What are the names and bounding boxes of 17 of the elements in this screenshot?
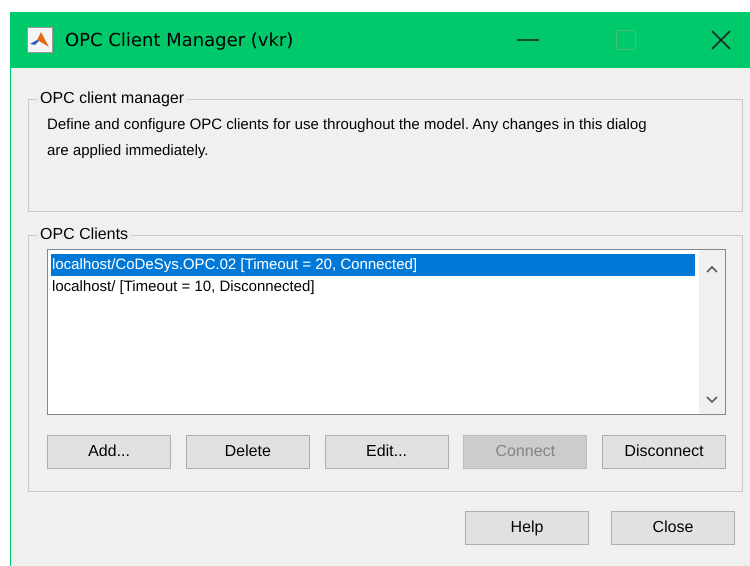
scroll-down-icon[interactable] [706, 396, 718, 404]
description-text: Define and configure OPC clients for use throughout the model. Any changes in this dialog are applied immediately. [47, 115, 648, 161]
action-button[interactable]: Add... [47, 435, 171, 469]
app-icon [27, 27, 53, 53]
window-title: OPC Client Manager (vkr) [65, 30, 294, 50]
group-title: OPC Clients [39, 226, 130, 244]
close-icon[interactable] [711, 30, 731, 50]
list-item[interactable]: localhost/CoDeSys.OPC.02 [Timeout = 20, Connected] [51, 254, 695, 276]
group-title: OPC client manager [39, 90, 186, 108]
action-button[interactable]: Edit... [324, 435, 448, 469]
action-button[interactable]: Help [465, 511, 589, 545]
action-button[interactable]: Close [611, 511, 735, 545]
scroll-bar[interactable] [699, 250, 725, 414]
list-item[interactable]: localhost/ [Timeout = 10, Disconnected] [51, 276, 695, 298]
scroll-up-icon[interactable] [706, 265, 718, 273]
action-button[interactable]: Disconnect [602, 435, 726, 469]
action-button[interactable]: Delete [186, 435, 310, 469]
